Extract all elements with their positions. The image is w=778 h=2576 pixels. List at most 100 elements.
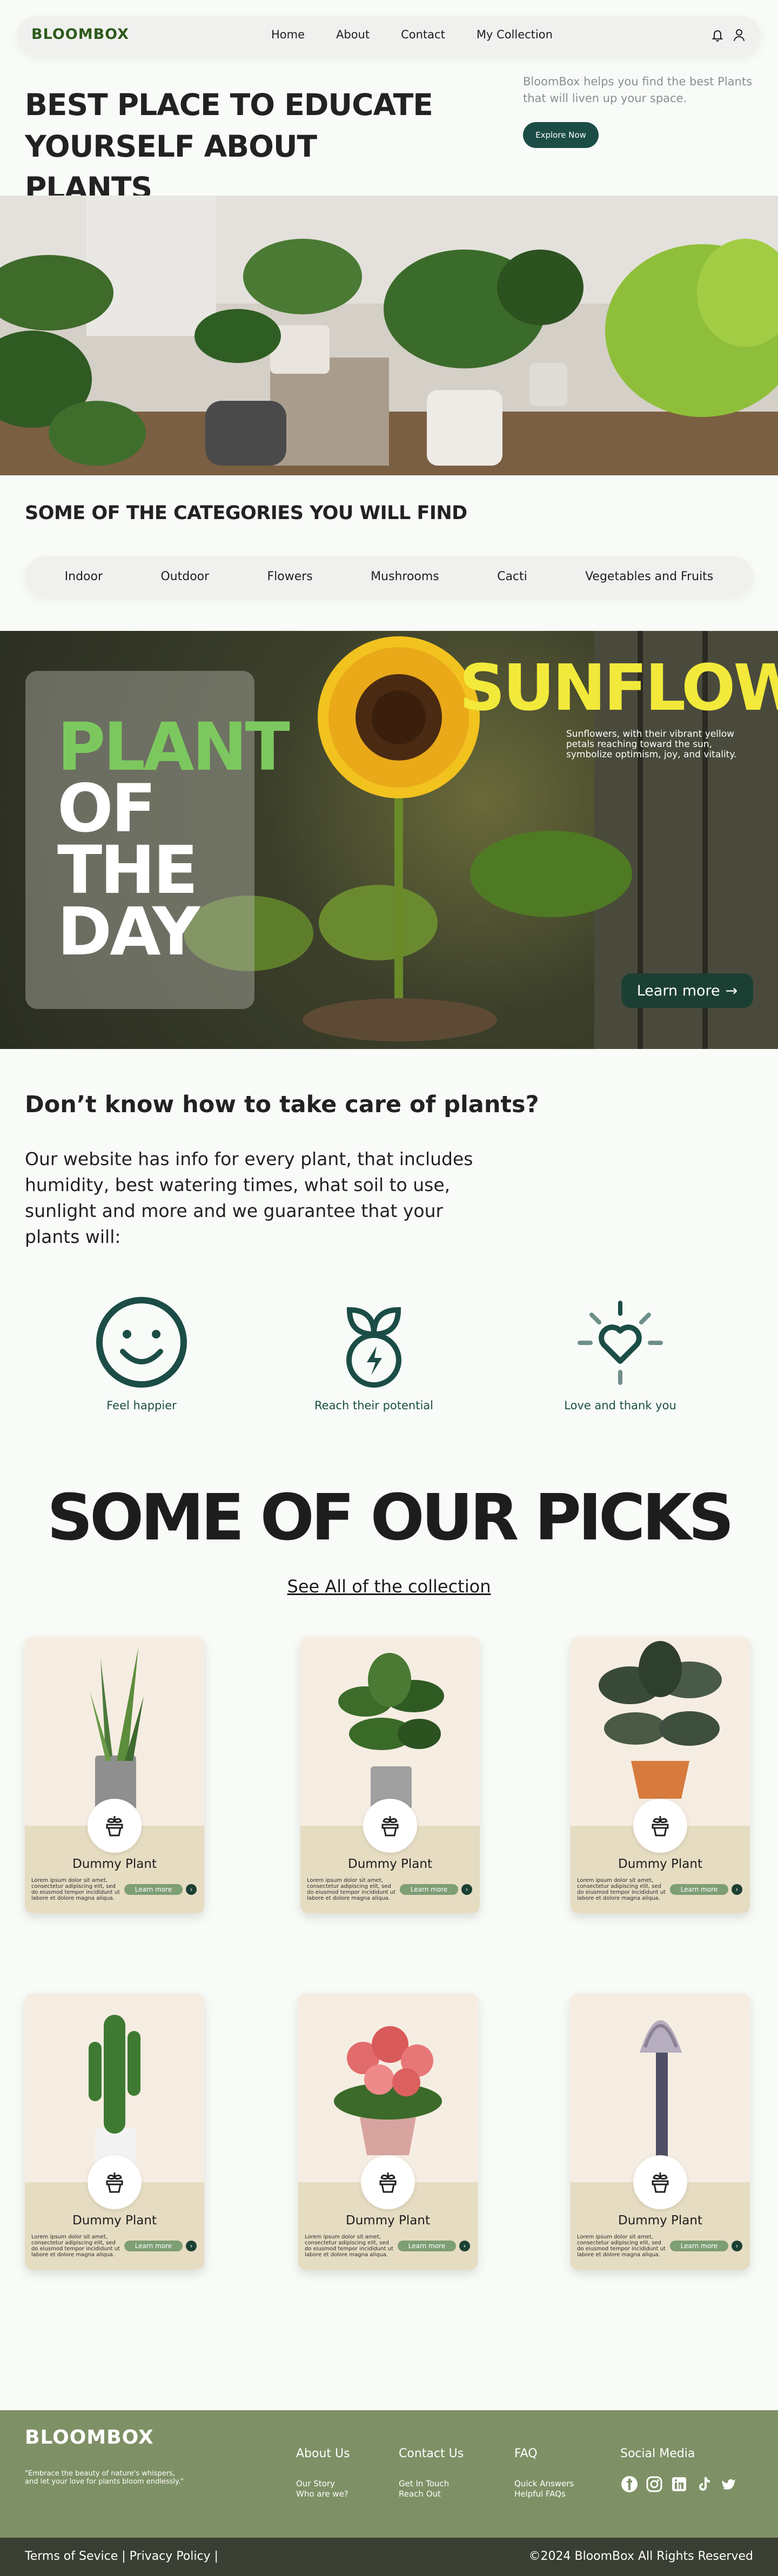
card-description: Lorem ipsum dolor sit amet, consectetur … <box>577 1878 666 1901</box>
care-title: Don’t know how to take care of plants? <box>25 1091 539 1118</box>
card-description: Lorem ipsum dolor sit amet, consectetur … <box>305 2234 393 2258</box>
category-flowers[interactable]: Flowers <box>267 570 312 583</box>
pot-icon <box>106 2173 123 2193</box>
navbar: BLOOMBOX Home About Contact My Collectio… <box>17 16 761 55</box>
user-icon[interactable] <box>733 28 746 42</box>
card-image-area <box>25 1637 204 1826</box>
card-learn-more-button[interactable]: Learn more <box>400 1884 458 1895</box>
benefit-love-and-thank: Love and thank you <box>534 1296 707 1412</box>
learn-more-button[interactable]: Learn more → <box>621 973 753 1008</box>
benefit-label: Feel happier <box>106 1399 177 1412</box>
social-icons <box>620 2475 738 2493</box>
footer-heading: About Us <box>296 2447 350 2460</box>
snake-plant-image <box>90 1647 144 1810</box>
plant-card[interactable]: Dummy Plant Lorem ipsum dolor sit amet, … <box>571 1637 750 1913</box>
categories-bar: Indoor Outdoor Flowers Mushrooms Cacti V… <box>25 556 753 596</box>
facebook-icon[interactable] <box>620 2475 639 2493</box>
card-arrow-icon[interactable]: › <box>459 2241 470 2251</box>
card-learn-more-button[interactable]: Learn more <box>670 1884 728 1895</box>
linkedin-icon[interactable] <box>670 2475 688 2493</box>
card-learn-more-button[interactable]: Learn more <box>398 2241 456 2251</box>
bell-icon[interactable] <box>711 28 724 42</box>
category-vegetables-and-fruits[interactable]: Vegetables and Fruits <box>585 570 713 583</box>
benefit-feel-happier: Feel happier <box>55 1296 228 1412</box>
card-title: Dummy Plant <box>348 1857 432 1871</box>
footer-copyright: ©2024 BloomBox All Rights Reserved <box>528 2550 753 2563</box>
care-text: Our website has info for every plant, th… <box>25 1148 473 1247</box>
card-description: Lorem ipsum dolor sit amet, consectetur … <box>31 2234 120 2258</box>
footer-link-our-story[interactable]: Our Story <box>296 2479 350 2489</box>
footer-legal-links[interactable]: Terms of Sevice | Privacy Policy | <box>25 2550 218 2563</box>
footer-heading: FAQ <box>514 2447 538 2460</box>
card-arrow-icon[interactable]: › <box>732 2241 742 2251</box>
logo[interactable]: BLOOMBOX <box>31 26 129 43</box>
footer-bottom-bar: Terms of Sevice | Privacy Policy | ©2024… <box>0 2538 778 2576</box>
nav-link-contact[interactable]: Contact <box>401 28 445 41</box>
pot-badge <box>88 2155 142 2209</box>
nav-link-my-collection[interactable]: My Collection <box>477 28 553 41</box>
zz-plant-image <box>338 1653 444 1810</box>
smiley-icon <box>96 1297 187 1388</box>
card-learn-more-button[interactable]: Learn more <box>124 1884 183 1895</box>
footer-link-quick-answers[interactable]: Quick Answers <box>514 2479 574 2489</box>
card-image-area <box>298 1993 478 2182</box>
hero-description: BloomBox helps you find the best Plants … <box>523 75 753 105</box>
footer-quote: "Embrace the beauty of nature's whispers… <box>25 2470 184 2486</box>
footer-link-who-are-we[interactable]: Who are we? <box>296 2489 350 2499</box>
plant-of-the-day-section: PLANT OF THE DAY SUNFLOWER Sunflowers, w… <box>0 631 778 1049</box>
card-title: Dummy Plant <box>72 1857 157 1871</box>
plant-card[interactable]: Dummy Plant Lorem ipsum dolor sit amet, … <box>571 1993 750 2270</box>
benefit-reach-potential: Reach their potential <box>287 1296 460 1412</box>
hero-title: BEST PLACE TO EDUCATE YOURSELF ABOUT PLA… <box>25 88 433 205</box>
card-learn-more-button[interactable]: Learn more <box>670 2241 728 2251</box>
footer-logo[interactable]: BLOOMBOX <box>25 2426 154 2449</box>
plant-card[interactable]: Dummy Plant Lorem ipsum dolor sit amet, … <box>300 1637 480 1913</box>
card-arrow-icon[interactable]: › <box>186 2241 197 2251</box>
pot-icon <box>106 1816 123 1837</box>
plant-description: Sunflowers, with their vibrant yellow pe… <box>566 729 737 760</box>
pot-badge <box>88 1799 142 1853</box>
card-image-area <box>25 1993 204 2182</box>
footer-column-contact: Contact Us Get In Touch Reach Out <box>399 2447 464 2499</box>
pot-badge <box>633 2155 687 2209</box>
card-description: Lorem ipsum dolor sit amet, consectetur … <box>307 1878 395 1901</box>
plant-card[interactable]: Dummy Plant Lorem ipsum dolor sit amet, … <box>25 1993 204 2270</box>
footer-link-get-in-touch[interactable]: Get In Touch <box>399 2479 464 2489</box>
twitter-icon[interactable] <box>720 2475 738 2493</box>
footer-link-reach-out[interactable]: Reach Out <box>399 2489 464 2499</box>
card-title: Dummy Plant <box>618 2214 702 2228</box>
card-title: Dummy Plant <box>618 1857 702 1871</box>
nav-link-home[interactable]: Home <box>271 28 305 41</box>
category-indoor[interactable]: Indoor <box>65 570 103 583</box>
card-image-area <box>571 1993 750 2182</box>
see-all-collection-link[interactable]: See All of the collection <box>0 1576 778 1597</box>
plant-card[interactable]: Dummy Plant Lorem ipsum dolor sit amet, … <box>298 1993 478 2270</box>
pot-badge <box>633 1799 687 1853</box>
card-title: Dummy Plant <box>72 2214 157 2228</box>
mushroom-image <box>640 2020 682 2171</box>
category-mushrooms[interactable]: Mushrooms <box>371 570 439 583</box>
category-outdoor[interactable]: Outdoor <box>160 570 209 583</box>
explore-now-button[interactable]: Explore Now <box>523 122 599 148</box>
plant-name: SUNFLOWER <box>459 650 778 725</box>
benefit-label: Reach their potential <box>314 1399 433 1412</box>
card-arrow-icon[interactable]: › <box>732 1884 742 1895</box>
card-title: Dummy Plant <box>346 2214 430 2228</box>
card-description: Lorem ipsum dolor sit amet, consectetur … <box>577 2234 666 2258</box>
footer-link-helpful-faqs[interactable]: Helpful FAQs <box>514 2489 574 2499</box>
pot-icon <box>652 1816 669 1837</box>
card-arrow-icon[interactable]: › <box>461 1884 472 1895</box>
cactus-image <box>89 2015 140 2166</box>
card-learn-more-button[interactable]: Learn more <box>124 2241 183 2251</box>
kalanchoe-image <box>334 2026 442 2155</box>
instagram-icon[interactable] <box>645 2475 663 2493</box>
hero-image <box>0 196 778 475</box>
calathea-image <box>599 1641 722 1799</box>
tiktok-icon[interactable] <box>695 2475 713 2493</box>
nav-link-about[interactable]: About <box>336 28 370 41</box>
pot-badge <box>361 2155 415 2209</box>
plant-card[interactable]: Dummy Plant Lorem ipsum dolor sit amet, … <box>25 1637 204 1913</box>
category-cacti[interactable]: Cacti <box>497 570 527 583</box>
footer-column-social: Social Media <box>620 2447 695 2479</box>
card-arrow-icon[interactable]: › <box>186 1884 197 1895</box>
